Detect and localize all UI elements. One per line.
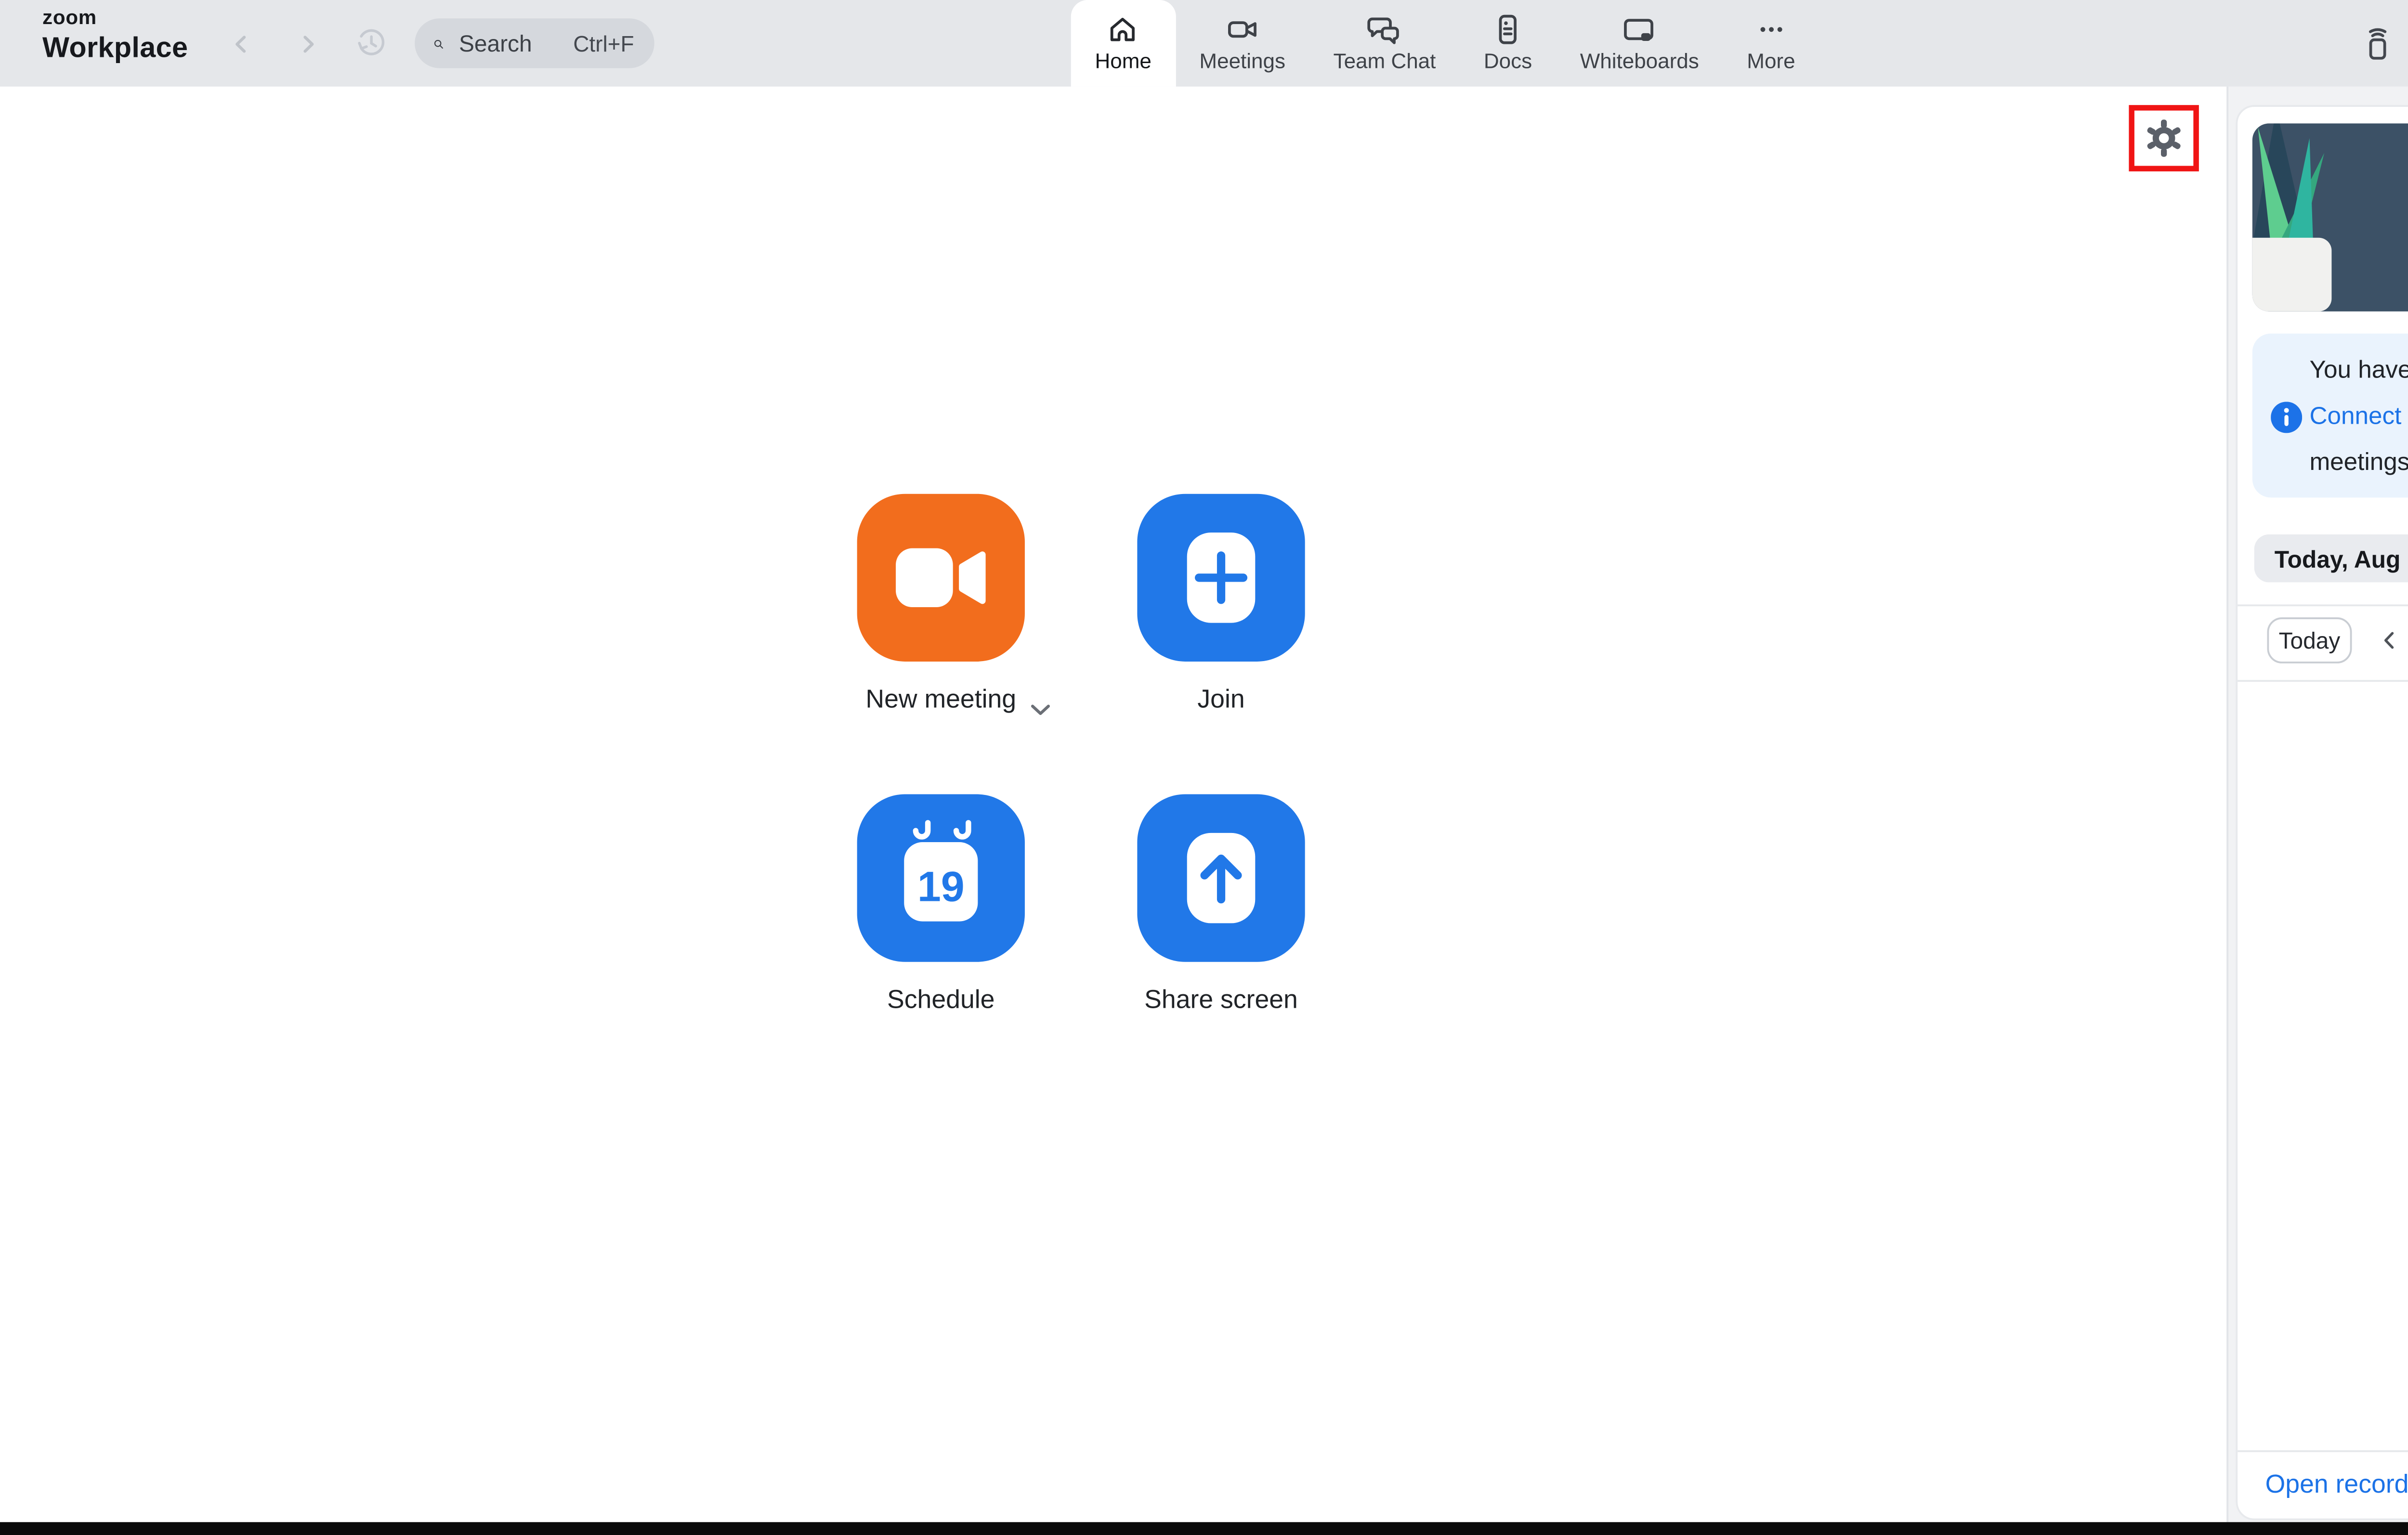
open-recordings-link[interactable]: Open recordings xyxy=(2265,1469,2408,1498)
new-meeting-action: New meeting xyxy=(857,494,1051,715)
divider xyxy=(2238,1450,2408,1452)
titlebar: zoom Workplace Ctrl+F xyxy=(0,0,2408,87)
new-meeting-dropdown-chevron[interactable] xyxy=(1031,693,1051,722)
home-icon xyxy=(1111,17,1136,41)
forward-icon xyxy=(303,35,314,52)
new-meeting-label: New meeting xyxy=(865,683,1051,715)
back-button[interactable] xyxy=(210,0,273,87)
tab-label: Docs xyxy=(1483,52,1532,74)
tab-more[interactable]: More xyxy=(1723,0,1819,87)
action-label-text: Share screen xyxy=(1144,984,1298,1014)
docs-icon xyxy=(1499,14,1517,44)
tab-label: Whiteboards xyxy=(1580,52,1699,74)
device-icon xyxy=(2369,27,2387,59)
date-selector-label: Today, Aug 17 xyxy=(2274,544,2408,572)
join-action: Join xyxy=(1137,494,1305,713)
zoom-workplace-window: zoom Workplace Ctrl+F xyxy=(0,0,2408,1535)
schedule-button[interactable]: 19 xyxy=(857,794,1025,962)
svg-text:19: 19 xyxy=(917,863,965,911)
today-button[interactable]: Today xyxy=(2267,617,2352,663)
date-selector-dropdown[interactable]: Today, Aug 17 xyxy=(2254,534,2408,583)
join-button[interactable] xyxy=(1137,494,1305,662)
share-screen-label: Share screen xyxy=(1144,984,1298,1014)
tab-home[interactable]: Home xyxy=(1071,0,1176,87)
share-screen-action: Share screen xyxy=(1137,794,1305,1014)
banner-line3: meetings and events in one place. xyxy=(2309,448,2408,476)
logo-line1: zoom xyxy=(42,7,97,30)
back-icon xyxy=(236,35,246,52)
schedule-a-meeting-link[interactable]: + Schedule a meeting xyxy=(2238,1181,2408,1210)
banner-line1: You haven't connected your calendar yet. xyxy=(2309,355,2408,384)
meetings-icon xyxy=(1228,21,1256,38)
calendar-connect-banner: You haven't connected your calendar yet.… xyxy=(2252,333,2408,498)
action-label-text: New meeting xyxy=(865,683,1017,714)
calendar-toolbar: Today ••• + xyxy=(2238,617,2408,665)
info-icon xyxy=(2271,402,2303,433)
tab-label: Home xyxy=(1095,52,1152,74)
share-arrow-icon xyxy=(1187,833,1256,924)
banner-text: You haven't connected your calendar yet.… xyxy=(2309,347,2408,485)
history-icon xyxy=(357,29,384,55)
search-shortcut: Ctrl+F xyxy=(573,30,634,56)
settings-gear-icon[interactable] xyxy=(2144,118,2184,158)
search-icon xyxy=(434,39,443,48)
no-meetings-message: No meetings scheduled. xyxy=(2238,1135,2408,1165)
meetings-panel: ••• 14:48 Sunday, August 17 You haven't … xyxy=(2226,86,2408,1522)
divider xyxy=(2238,680,2408,682)
calendar-19-icon: 19 xyxy=(904,820,978,922)
connect-device-button[interactable] xyxy=(2346,0,2408,87)
schedule-action: 19 Schedule xyxy=(857,794,1025,1014)
prev-day-button[interactable] xyxy=(2367,617,2408,663)
tab-whiteboards[interactable]: Whiteboards xyxy=(1556,0,1723,87)
tab-label: Team Chat xyxy=(1333,52,1436,74)
action-label-text: Schedule xyxy=(887,984,995,1014)
video-camera-icon xyxy=(896,548,986,608)
zoom-workplace-logo: zoom Workplace xyxy=(42,7,188,65)
tab-meetings[interactable]: Meetings xyxy=(1176,0,1309,87)
forward-button[interactable] xyxy=(276,0,339,87)
whiteboards-icon xyxy=(1624,19,1654,41)
settings-annotation-box xyxy=(2129,105,2199,171)
home-content: New meeting Join 19 Schedule Share scree… xyxy=(0,86,2227,1522)
more-icon xyxy=(1760,27,1782,32)
chevron-left-icon xyxy=(2383,632,2393,649)
schedule-label: Schedule xyxy=(887,984,995,1014)
quick-actions: New meeting Join 19 Schedule Share scree… xyxy=(857,494,1305,1014)
divider xyxy=(2238,604,2408,607)
open-recordings-label: Open recordings xyxy=(2265,1469,2408,1498)
clock-card: ••• 14:48 Sunday, August 17 xyxy=(2252,123,2408,312)
new-meeting-button[interactable] xyxy=(857,494,1025,662)
join-label: Join xyxy=(1197,684,1244,713)
clock-date: Sunday, August 17 xyxy=(2252,245,2408,276)
tab-docs[interactable]: Docs xyxy=(1460,0,1556,87)
main-tabs: Home Meetings Team Chat Docs Whiteboards xyxy=(1071,0,1819,87)
connect-now-link[interactable]: Connect now xyxy=(2309,402,2408,429)
clock-time: 14:48 xyxy=(2252,160,2408,232)
search-input[interactable]: Ctrl+F xyxy=(415,18,654,68)
tab-label: More xyxy=(1747,52,1795,74)
history-button[interactable] xyxy=(339,0,402,87)
tab-team-chat[interactable]: Team Chat xyxy=(1309,0,1460,87)
plus-icon xyxy=(1187,533,1256,623)
logo-line2: Workplace xyxy=(42,33,188,65)
action-label-text: Join xyxy=(1197,683,1245,714)
meetings-panel-card: ••• 14:48 Sunday, August 17 You haven't … xyxy=(2236,105,2408,1521)
search-field[interactable] xyxy=(455,28,563,58)
window-bottom-edge xyxy=(0,1522,2408,1535)
share-screen-button[interactable] xyxy=(1137,794,1305,962)
team-chat-icon xyxy=(1367,17,1400,44)
tab-label: Meetings xyxy=(1199,52,1286,74)
